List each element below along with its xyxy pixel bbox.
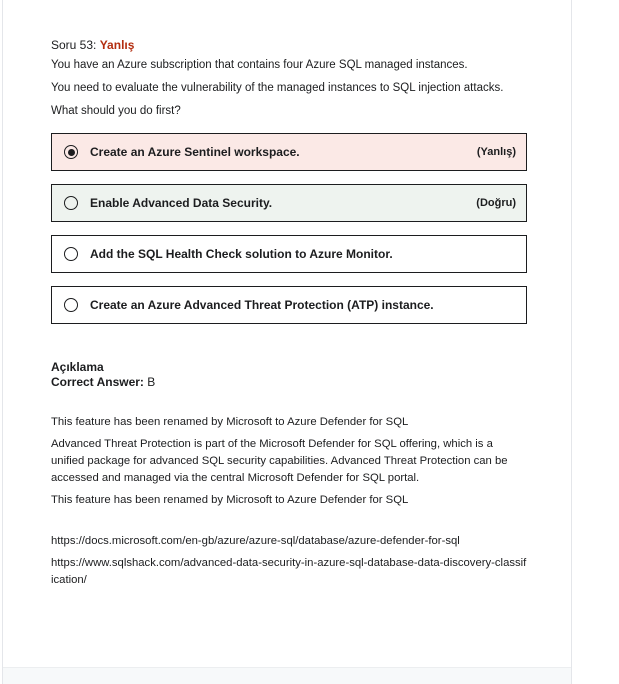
- explanation-paragraph: This feature has been renamed by Microso…: [51, 416, 409, 428]
- option-d[interactable]: Create an Azure Advanced Threat Protecti…: [51, 286, 527, 324]
- radio-icon[interactable]: [64, 247, 78, 261]
- radio-selected-icon[interactable]: [64, 145, 78, 159]
- question-text-line: You have an Azure subscription that cont…: [51, 59, 468, 71]
- explanation-paragraph: This feature has been renamed by Microso…: [51, 494, 409, 506]
- explanation-title: Açıklama: [51, 360, 104, 374]
- explanation-section: Açıklama Correct Answer: B This feature …: [51, 360, 527, 589]
- result-status: Yanlış: [99, 38, 135, 52]
- option-label: Add the SQL Health Check solution to Azu…: [90, 247, 393, 261]
- reference-links: https://docs.microsoft.com/en-gb/azure/a…: [51, 533, 527, 589]
- explanation-paragraph: Advanced Threat Protection is part of th…: [51, 438, 508, 484]
- explanation-body: This feature has been renamed by Microso…: [51, 414, 527, 509]
- correct-answer-value: B: [143, 375, 156, 389]
- question-text-line: You need to evaluate the vulnerability o…: [51, 82, 504, 94]
- card-footer: [3, 667, 571, 684]
- radio-icon[interactable]: [64, 298, 78, 312]
- radio-icon[interactable]: [64, 196, 78, 210]
- question-content: Soru 53: Yanlış You have an Azure subscr…: [51, 36, 527, 594]
- question-card: Soru 53: Yanlış You have an Azure subscr…: [2, 0, 572, 684]
- option-label: Enable Advanced Data Security.: [90, 196, 273, 210]
- question-number: Soru 53:: [51, 38, 97, 52]
- question-prompt: What should you do first?: [51, 105, 181, 117]
- answer-options: Create an Azure Sentinel workspace. (Yan…: [51, 133, 527, 324]
- correct-tag: (Doğru): [476, 197, 516, 209]
- option-label: Create an Azure Advanced Threat Protecti…: [90, 298, 434, 312]
- correct-answer: Correct Answer: B: [51, 375, 527, 390]
- question-header: Soru 53: Yanlış: [51, 36, 527, 54]
- option-c[interactable]: Add the SQL Health Check solution to Azu…: [51, 235, 527, 273]
- option-b[interactable]: Enable Advanced Data Security. (Doğru): [51, 184, 527, 222]
- option-label: Create an Azure Sentinel workspace.: [90, 145, 300, 159]
- correct-answer-label: Correct Answer:: [51, 375, 144, 389]
- option-a[interactable]: Create an Azure Sentinel workspace. (Yan…: [51, 133, 527, 171]
- wrong-tag: (Yanlış): [476, 146, 516, 158]
- reference-link[interactable]: https://docs.microsoft.com/en-gb/azure/a…: [51, 533, 527, 550]
- reference-link[interactable]: https://www.sqlshack.com/advanced-data-s…: [51, 555, 527, 589]
